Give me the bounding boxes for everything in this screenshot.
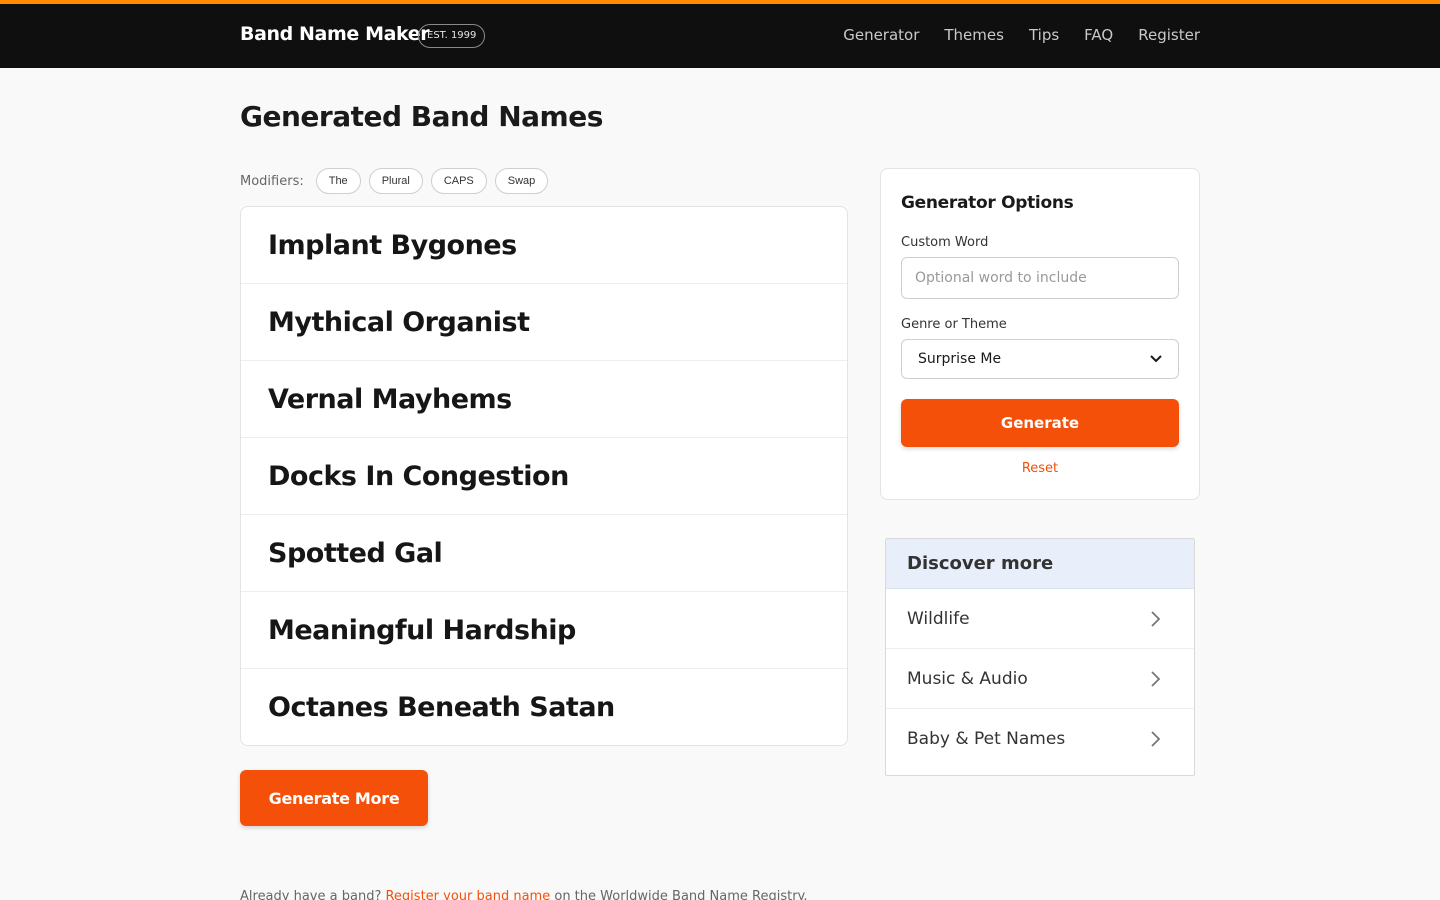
generate-more-button[interactable]: Generate More bbox=[240, 770, 428, 826]
nav-register[interactable]: Register bbox=[1138, 26, 1200, 44]
modifier-swap-button[interactable]: Swap bbox=[494, 168, 549, 194]
reset-link[interactable]: Reset bbox=[881, 461, 1199, 476]
page-title: Generated Band Names bbox=[240, 100, 603, 133]
discover-item-wildlife[interactable]: Wildlife bbox=[886, 589, 1194, 649]
band-name-item[interactable]: Implant Bygones bbox=[241, 207, 847, 284]
band-name-text: Octanes Beneath Satan bbox=[268, 692, 615, 723]
modifier-caps-button[interactable]: CAPS bbox=[430, 168, 487, 194]
nav-themes[interactable]: Themes bbox=[944, 26, 1004, 44]
footer-registry-text: Already have a band? Register your band … bbox=[240, 889, 808, 900]
generate-button[interactable]: Generate bbox=[901, 399, 1179, 447]
discover-item-music-audio[interactable]: Music & Audio bbox=[886, 649, 1194, 709]
genre-selected-value: Surprise Me bbox=[918, 351, 1002, 367]
band-name-item[interactable]: Docks In Congestion bbox=[241, 438, 847, 515]
main-nav: Generator Themes Tips FAQ Register bbox=[843, 26, 1200, 44]
discover-item-label: Baby & Pet Names bbox=[907, 729, 1066, 749]
nav-tips[interactable]: Tips bbox=[1029, 26, 1059, 44]
brand-logo[interactable]: Band Name Maker bbox=[240, 23, 430, 45]
chevron-right-icon bbox=[1151, 610, 1161, 627]
genre-select[interactable]: Surprise Me bbox=[901, 339, 1179, 379]
discover-more-panel: Discover more Wildlife Music & Audio Bab… bbox=[885, 538, 1195, 776]
nav-faq[interactable]: FAQ bbox=[1084, 26, 1113, 44]
band-name-text: Vernal Mayhems bbox=[268, 383, 512, 415]
band-name-item[interactable]: Mythical Organist bbox=[241, 284, 847, 361]
chevron-down-icon bbox=[1150, 355, 1162, 363]
band-name-item[interactable]: Vernal Mayhems bbox=[241, 361, 847, 438]
options-title: Generator Options bbox=[901, 193, 1074, 213]
nav-generator[interactable]: Generator bbox=[843, 26, 919, 44]
band-name-item[interactable]: Octanes Beneath Satan bbox=[241, 669, 847, 745]
chevron-right-icon bbox=[1151, 670, 1161, 687]
band-name-text: Implant Bygones bbox=[268, 229, 517, 261]
chevron-right-icon bbox=[1151, 731, 1161, 747]
modifiers-bar: Modifiers: The Plural CAPS Swap bbox=[240, 168, 556, 194]
band-name-text: Mythical Organist bbox=[268, 306, 530, 338]
footer-prefix: Already have a band? bbox=[240, 889, 382, 900]
est-badge: EST. 1999 bbox=[418, 24, 486, 48]
custom-word-input[interactable] bbox=[901, 257, 1179, 299]
navbar: Band Name Maker EST. 1999 Generator Them… bbox=[0, 4, 1440, 68]
modifiers-label: Modifiers: bbox=[240, 173, 304, 189]
band-name-text: Docks In Congestion bbox=[268, 460, 569, 492]
discover-title: Discover more bbox=[886, 539, 1194, 589]
footer-suffix: on the Worldwide Band Name Registry. bbox=[554, 889, 808, 900]
register-band-link[interactable]: Register your band name bbox=[385, 889, 550, 900]
custom-word-label: Custom Word bbox=[901, 235, 989, 250]
discover-item-baby-pet-names[interactable]: Baby & Pet Names bbox=[886, 709, 1194, 769]
generated-names-list: Implant Bygones Mythical Organist Vernal… bbox=[240, 206, 848, 746]
band-name-item[interactable]: Meaningful Hardship bbox=[241, 592, 847, 669]
generator-options-panel: Generator Options Custom Word Genre or T… bbox=[880, 168, 1200, 500]
modifier-plural-button[interactable]: Plural bbox=[368, 168, 423, 194]
band-name-item[interactable]: Spotted Gal bbox=[241, 515, 847, 592]
modifier-the-button[interactable]: The bbox=[315, 168, 361, 194]
band-name-text: Spotted Gal bbox=[268, 537, 443, 569]
discover-item-label: Wildlife bbox=[907, 608, 970, 629]
genre-label: Genre or Theme bbox=[901, 317, 1007, 332]
discover-item-label: Music & Audio bbox=[907, 668, 1028, 689]
band-name-text: Meaningful Hardship bbox=[268, 614, 576, 646]
